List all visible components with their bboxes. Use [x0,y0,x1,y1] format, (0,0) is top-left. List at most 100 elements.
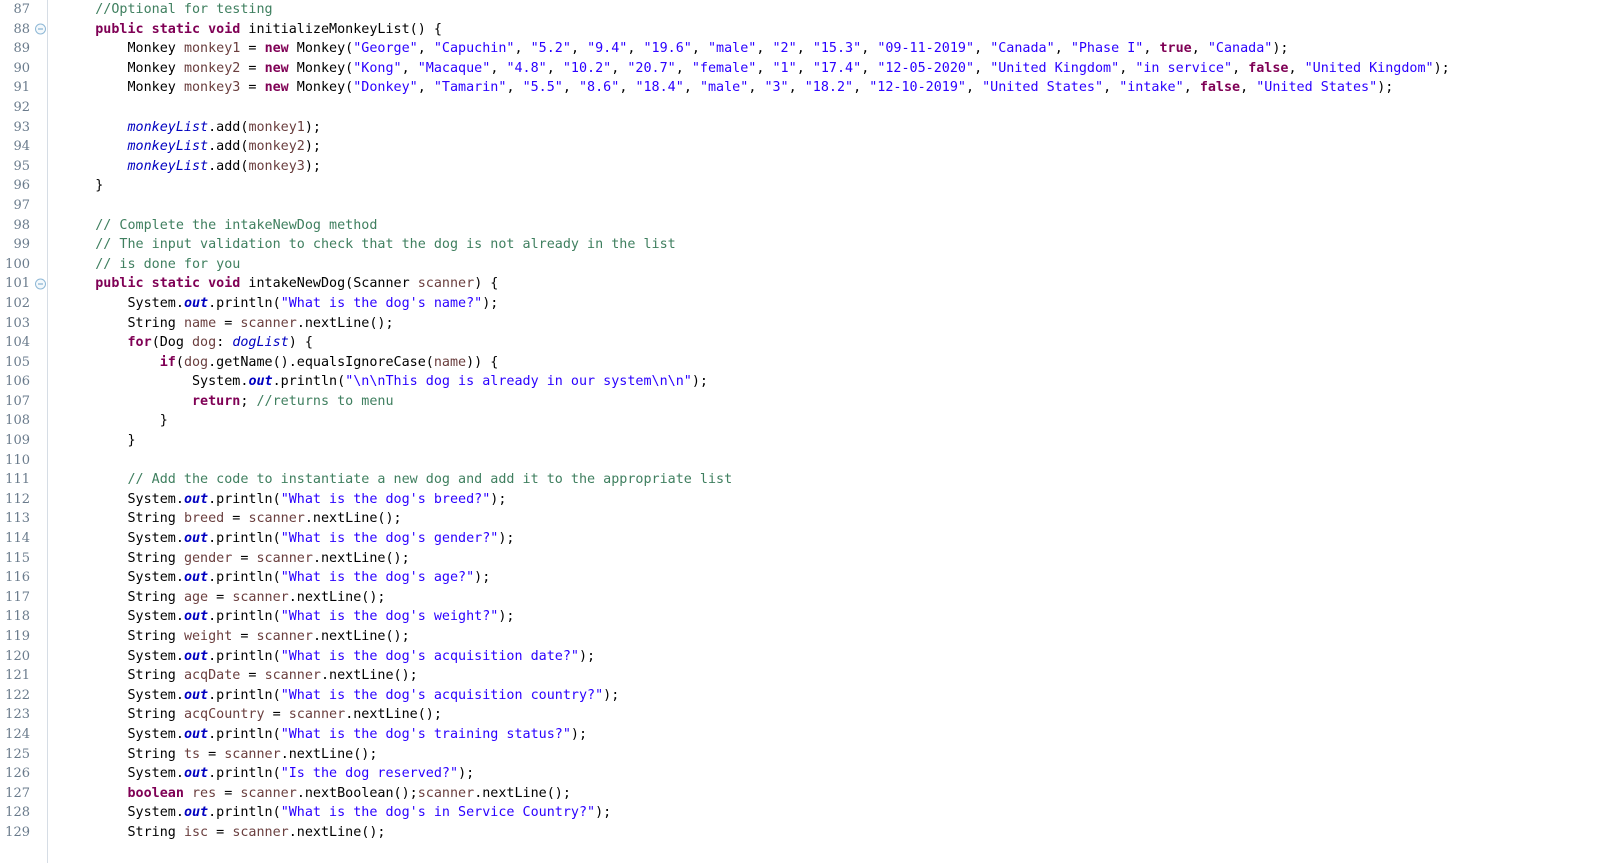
code-line-118[interactable]: System.out.println("What is the dog's we… [48,607,1605,627]
line-number-96[interactable]: 96 [0,176,47,196]
line-number-120[interactable]: 120 [0,647,47,667]
line-number-112[interactable]: 112 [0,490,47,510]
code-line-111[interactable]: // Add the code to instantiate a new dog… [48,470,1605,490]
code-line-113[interactable]: String breed = scanner.nextLine(); [48,509,1605,529]
code-line-94[interactable]: monkeyList.add(monkey2); [48,137,1605,157]
code-line-101[interactable]: public static void intakeNewDog(Scanner … [48,274,1605,294]
code-line-123[interactable]: String acqCountry = scanner.nextLine(); [48,705,1605,725]
line-number-117[interactable]: 117 [0,588,47,608]
code-line-121[interactable]: String acqDate = scanner.nextLine(); [48,666,1605,686]
line-number-95[interactable]: 95 [0,157,47,177]
line-number-106[interactable]: 106 [0,372,47,392]
line-number-113[interactable]: 113 [0,509,47,529]
code-line-115[interactable]: String gender = scanner.nextLine(); [48,549,1605,569]
code-line-92[interactable] [48,98,1605,118]
line-number-128[interactable]: 128 [0,803,47,823]
line-number-89[interactable]: 89 [0,39,47,59]
code-line-126[interactable]: System.out.println("Is the dog reserved?… [48,764,1605,784]
line-number-102[interactable]: 102 [0,294,47,314]
code-token: , [675,60,692,76]
code-line-103[interactable]: String name = scanner.nextLine(); [48,314,1605,334]
line-number-103[interactable]: 103 [0,314,47,334]
code-line-109[interactable]: } [48,431,1605,451]
code-line-125[interactable]: String ts = scanner.nextLine(); [48,745,1605,765]
code-line-100[interactable]: // is done for you [48,255,1605,275]
line-number-118[interactable]: 118 [0,607,47,627]
line-number-111[interactable]: 111 [0,470,47,490]
code-line-110[interactable] [48,451,1605,471]
collapse-fold-icon[interactable] [35,278,46,290]
line-number-93[interactable]: 93 [0,118,47,138]
code-line-116[interactable]: System.out.println("What is the dog's ag… [48,568,1605,588]
line-number-105[interactable]: 105 [0,353,47,373]
code-line-87[interactable]: //Optional for testing [48,0,1605,20]
code-line-90[interactable]: Monkey monkey2 = new Monkey("Kong", "Mac… [48,59,1605,79]
code-line-129[interactable]: String isc = scanner.nextLine(); [48,823,1605,843]
line-number-gutter[interactable]: 87 88 89 90 91 92 93 94 95 96 97 98 99 100 101 102 103 10… [0,0,48,863]
line-number-108[interactable]: 108 [0,411,47,431]
code-token: .println( [208,687,281,703]
line-number-124[interactable]: 124 [0,725,47,745]
code-line-119[interactable]: String weight = scanner.nextLine(); [48,627,1605,647]
code-line-120[interactable]: System.out.println("What is the dog's ac… [48,647,1605,667]
code-text-area[interactable]: //Optional for testing public static voi… [48,0,1605,863]
code-line-124[interactable]: System.out.println("What is the dog's tr… [48,725,1605,745]
code-token: , [619,80,636,96]
code-line-122[interactable]: System.out.println("What is the dog's ac… [48,686,1605,706]
line-number-125[interactable]: 125 [0,745,47,765]
line-number-119[interactable]: 119 [0,627,47,647]
code-line-128[interactable]: System.out.println("What is the dog's in… [48,803,1605,823]
line-number-121[interactable]: 121 [0,666,47,686]
code-line-102[interactable]: System.out.println("What is the dog's na… [48,294,1605,314]
code-line-108[interactable]: } [48,411,1605,431]
code-token: String [63,589,184,605]
code-line-98[interactable]: // Complete the intakeNewDog method [48,216,1605,236]
line-number-123[interactable]: 123 [0,705,47,725]
line-number-87[interactable]: 87 [0,0,47,20]
line-number-92[interactable]: 92 [0,98,47,118]
line-number-88[interactable]: 88 [0,20,47,40]
line-number-109[interactable]: 109 [0,431,47,451]
code-line-104[interactable]: for(Dog dog: dogList) { [48,333,1605,353]
code-token: "What is the dog's training status?" [280,726,571,742]
code-line-89[interactable]: Monkey monkey1 = new Monkey("George", "C… [48,39,1605,59]
line-number-90[interactable]: 90 [0,59,47,79]
line-number-107[interactable]: 107 [0,392,47,412]
code-editor[interactable]: 87 88 89 90 91 92 93 94 95 96 97 98 99 100 101 102 103 10… [0,0,1605,863]
line-number-129[interactable]: 129 [0,823,47,843]
code-line-127[interactable]: boolean res = scanner.nextBoolean();scan… [48,784,1605,804]
code-line-117[interactable]: String age = scanner.nextLine(); [48,588,1605,608]
line-number-122[interactable]: 122 [0,686,47,706]
code-token: = [224,511,249,527]
code-line-112[interactable]: System.out.println("What is the dog's br… [48,490,1605,510]
code-line-106[interactable]: System.out.println("\n\nThis dog is alre… [48,372,1605,392]
line-number-label: 128 [5,805,30,821]
line-number-97[interactable]: 97 [0,196,47,216]
code-line-114[interactable]: System.out.println("What is the dog's ge… [48,529,1605,549]
code-token: "What is the dog's acquisition date?" [280,648,579,664]
code-line-107[interactable]: return; //returns to menu [48,392,1605,412]
code-line-93[interactable]: monkeyList.add(monkey1); [48,118,1605,138]
line-number-101[interactable]: 101 [0,274,47,294]
line-number-98[interactable]: 98 [0,216,47,236]
code-line-91[interactable]: Monkey monkey3 = new Monkey("Donkey", "T… [48,78,1605,98]
code-line-95[interactable]: monkeyList.add(monkey3); [48,157,1605,177]
line-number-127[interactable]: 127 [0,784,47,804]
code-line-99[interactable]: // The input validation to check that th… [48,235,1605,255]
line-number-114[interactable]: 114 [0,529,47,549]
line-number-91[interactable]: 91 [0,78,47,98]
line-number-126[interactable]: 126 [0,764,47,784]
line-number-116[interactable]: 116 [0,568,47,588]
line-number-100[interactable]: 100 [0,255,47,275]
code-line-105[interactable]: if(dog.getName().equalsIgnoreCase(name))… [48,353,1605,373]
line-number-110[interactable]: 110 [0,451,47,471]
line-number-94[interactable]: 94 [0,137,47,157]
line-number-115[interactable]: 115 [0,549,47,569]
line-number-104[interactable]: 104 [0,333,47,353]
code-line-96[interactable]: } [48,176,1605,196]
collapse-fold-icon[interactable] [35,23,46,35]
code-line-97[interactable] [48,196,1605,216]
code-line-88[interactable]: public static void initializeMonkeyList(… [48,20,1605,40]
line-number-99[interactable]: 99 [0,235,47,255]
